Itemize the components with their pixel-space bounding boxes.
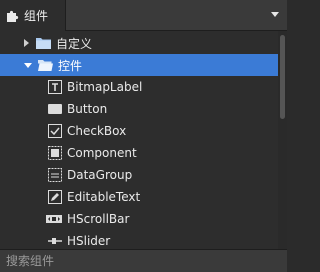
search-bar [0,249,287,272]
tree-item-label: DataGroup [67,168,133,182]
caret-down-icon[interactable] [271,12,279,17]
component-icon [48,146,62,160]
button-icon [48,102,62,116]
chevron-down-icon[interactable] [24,62,32,68]
tree-folder-controls[interactable]: 控件 [0,54,278,76]
tree-item-label: CheckBox [67,124,127,138]
component-tree: 自定义 控件 BitmapLabel Button CheckBox Compo… [0,31,278,249]
tree-item-label: HSlider [67,234,111,248]
tree-item-checkbox[interactable]: CheckBox [0,120,278,142]
checkbox-icon [48,124,62,138]
tree-item-label: BitmapLabel [67,80,143,94]
tree-item-bitmaplabel[interactable]: BitmapLabel [0,76,278,98]
puzzle-icon [7,10,19,22]
scrollbar-thumb[interactable] [280,35,285,119]
folder-open-icon [38,60,53,71]
tab-label: 组件 [24,9,49,23]
tree-item-hslider[interactable]: HSlider [0,230,278,249]
tree-item-label: HScrollBar [67,212,130,226]
bitmaplabel-icon [48,80,62,94]
tree-item-label: EditableText [67,190,141,204]
tree-scrollbar[interactable] [278,31,287,249]
search-input[interactable] [0,250,287,272]
tree-item-label: Component [67,146,137,160]
folder-icon [36,38,51,49]
editabletext-icon [48,190,62,204]
tree-item-hscrollbar[interactable]: HScrollBar [0,208,278,230]
chevron-right-icon[interactable] [24,39,29,47]
components-panel: 组件 自定义 控件 BitmapLabel Button CheckBox Co… [0,0,287,272]
tree-folder-label: 自定义 [56,36,93,51]
tree-item-editabletext[interactable]: EditableText [0,186,278,208]
hslider-icon [48,234,62,248]
tree-folder-custom[interactable]: 自定义 [0,32,278,54]
tree-folder-label: 控件 [58,58,83,73]
panel-header: 组件 [0,0,287,31]
datagroup-icon [48,168,62,182]
tab-components[interactable]: 组件 [0,0,66,31]
tree-item-datagroup[interactable]: DataGroup [0,164,278,186]
hscrollbar-icon [46,212,62,226]
tree-item-button[interactable]: Button [0,98,278,120]
tree-item-component[interactable]: Component [0,142,278,164]
tree-item-label: Button [67,102,108,116]
